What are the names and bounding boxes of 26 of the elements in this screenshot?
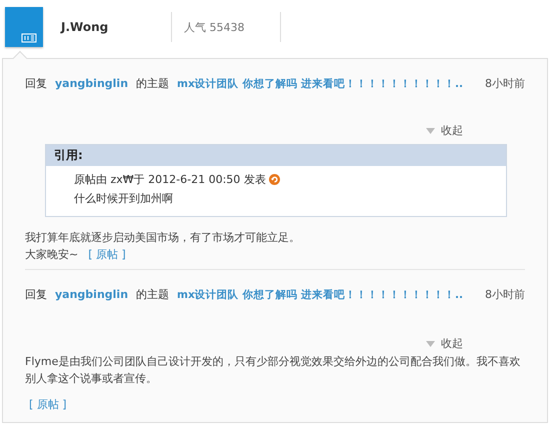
quote-title: 引用:	[54, 148, 83, 162]
reply-label: 回复	[25, 76, 47, 91]
topic-link[interactable]: mx设计团队 你想了解吗 进来看吧！！！！！！！！！！..	[177, 77, 464, 91]
topic-label: 的主题	[136, 287, 170, 302]
source-link[interactable]: [ 原帖 ]	[88, 246, 126, 263]
user-link[interactable]: yangbinglin	[55, 77, 128, 90]
topic-label: 的主题	[136, 76, 170, 91]
user-name[interactable]: J.Wong	[61, 20, 171, 34]
post-text: 大家晚安~	[25, 247, 78, 263]
post-time: 8小时前	[485, 287, 525, 302]
popularity-count: 人气 55438	[184, 20, 246, 34]
avatar-logo-icon	[5, 7, 43, 47]
topic-link[interactable]: mx设计团队 你想了解吗 进来看吧！！！！！！！！！！..	[177, 288, 464, 302]
quote-meta: 原帖由 zx₩于 2012-6-21 00:50 发表	[74, 172, 266, 187]
collapse-link[interactable]: 收起	[426, 123, 463, 138]
jump-arrow-icon[interactable]	[268, 174, 280, 185]
collapse-link[interactable]: 收起	[426, 336, 463, 351]
source-link[interactable]: [ 原帖 ]	[29, 398, 67, 411]
reply-label: 回复	[25, 287, 47, 302]
user-link[interactable]: yangbinglin	[55, 288, 128, 301]
post-time: 8小时前	[485, 76, 525, 91]
post-text: Flyme是由我们公司团队自己设计开发的，只有少部分视觉效果交给外边的公司配合我们做。我不喜欢别人拿这个说事或者宣传。	[25, 354, 522, 387]
caret-icon	[426, 340, 435, 346]
quote-text: 什么时候开到加州啊	[74, 191, 174, 206]
post-text: 我打算年底就逐步启动美国市场，有了市场才可能立足。	[25, 230, 300, 246]
caret-icon	[426, 128, 435, 134]
